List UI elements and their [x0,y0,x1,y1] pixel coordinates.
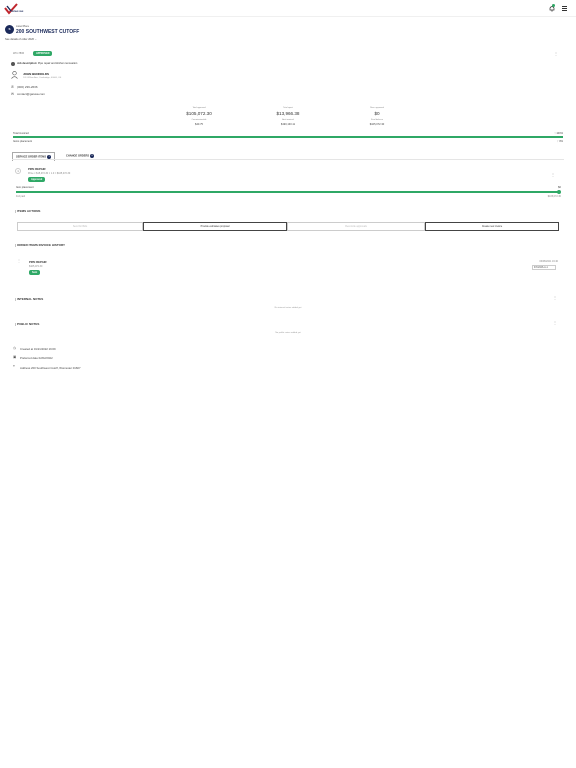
stat-sub-label: Final balance [371,119,383,121]
item-title: PIPE REPAIR [28,167,46,171]
send-for-bids-button[interactable]: Send for Bids [17,222,143,231]
contact-email[interactable]: contact@gaiusa.com [17,92,45,96]
address: Address 200 Southwest Cutoff, Worcester … [20,366,81,370]
stat-label: Total approved [192,107,206,109]
stat-value: $0 [374,111,380,116]
notification-dot [552,4,555,7]
info-icon [11,62,15,66]
more-options-icon[interactable]: ⋮ [554,51,558,56]
item-placement-value: $0 [558,186,561,189]
invoice-entry-title: PIPE REPAIR [29,260,47,264]
public-notes-empty: No public notes added yet [275,332,301,334]
hamburger-icon[interactable] [562,6,567,11]
avatar: S [5,25,14,34]
contact-address: 101 Willow Ave, Cambridge, 00000, US [23,77,62,79]
provide-estimates-button[interactable]: Provide estimates proposal [143,222,287,231]
item-placement-handle[interactable] [557,190,561,194]
see-more-link[interactable]: See details of order 2026 ⌄ [5,38,37,41]
item-placement-label: Item placement [16,186,34,189]
job-description-text: Pipe repair and kitchen renovation [37,62,78,65]
public-notes-more-icon[interactable]: ⋮ [553,320,557,325]
top-bar [0,0,576,17]
tabs-divider [12,159,564,160]
tab-count: 0 [90,154,95,158]
items-placement-percent: ↑ 0% [557,140,563,143]
stat-sub-label: Amt invoiced [282,119,294,121]
stat-label: Rem. approved [370,107,384,109]
invoice-entry-badge: Sent [29,270,41,275]
invoice-ref-field[interactable]: INV2026-A-1 [532,265,556,270]
public-notes-title: ⋮PUBLIC NOTES [14,322,40,326]
internal-notes-title: ⋮INTERNAL NOTES [14,297,44,301]
total-invoiced-bar [13,136,563,138]
stat-sub-label: Commissionable [191,119,207,121]
items-actions-title: ⋮ITEMS ACTIONS [14,209,41,213]
internal-notes-empty: No internal notes added yet [274,307,302,309]
stat-label: Total spent [283,107,293,109]
mail-icon: ✉ [11,92,14,96]
invoice-entry-date: 06/08/2021 16:40 [539,260,558,263]
clock-icon: ◷ [13,346,16,350]
stat-value: $13,966.38 [276,111,300,116]
item-placement-fill [16,191,560,193]
job-description: Job description: Pipe repair and kitchen… [17,62,77,65]
item-price-formula: Price × $15,072.30 × 1.0 = $105,072.30 [28,172,71,175]
status-badge: APPROVED [33,51,53,56]
logo-text: REPAIR ONE [11,11,24,13]
item-status-badge: Approved [28,177,46,182]
invoice-entry-amount: $105,072.30 [29,265,43,268]
section-title-text: PUBLIC NOTES [17,322,40,326]
phone-icon: ✆ [11,85,14,89]
section-title-text: ORDER ITEMS INVOICE HISTORY [17,243,66,247]
logo-icon[interactable] [4,3,18,15]
stat-sub-value: $40.75 [195,123,203,126]
person-icon [11,71,18,79]
item-number: 1 [15,168,21,174]
total-invoiced-label: Total invoiced [13,132,29,135]
total-invoiced-percent: ↑ 100% [554,132,563,135]
item-right-caption: $105,072.30 [547,195,561,198]
reconcile-approvals-button[interactable]: Reconcile approvals [287,222,425,231]
item-left-caption: Full paid [16,195,26,198]
items-placement-label: Items placement [13,140,33,143]
location-icon: ⌖ [13,364,15,368]
created-at: Created at 01/21/2022 19:09 [20,347,56,351]
item-placement-bar [16,191,560,193]
section-title-text: INTERNAL NOTES [17,297,44,301]
contact-phone[interactable]: (000) 239-2636 [17,85,38,89]
stat-sub-value: $105,072.30 [369,123,385,126]
internal-notes-more-icon[interactable]: ⋮ [553,295,557,300]
page-title: 200 SOUTHWEST CUTOFF [16,29,80,35]
work-order-id: WO-7806 [13,52,25,55]
stat-value: $105,072.30 [186,111,212,116]
job-description-label: Job description: [17,62,38,65]
item-more-options-icon[interactable]: ⋮ [551,172,555,177]
section-title-text: ITEMS ACTIONS [17,209,41,213]
total-invoiced-fill [13,136,563,138]
create-invoice-button[interactable]: Create new invoice [425,222,559,231]
invoice-history-title: ⋮ORDER ITEMS INVOICE HISTORY [14,243,66,247]
tab-label: CHANGE ORDERS [66,154,90,158]
drag-handle-icon[interactable]: ⋮ [17,258,21,263]
calendar-icon: ▣ [13,355,17,359]
preferred-date: Preferred date 02/02/2022 [20,356,53,360]
property-label: Listed Place [16,25,30,28]
contact-name: JOHN BENNOLDS [23,72,50,76]
stat-sub-value: $190,130.11 [280,123,296,126]
